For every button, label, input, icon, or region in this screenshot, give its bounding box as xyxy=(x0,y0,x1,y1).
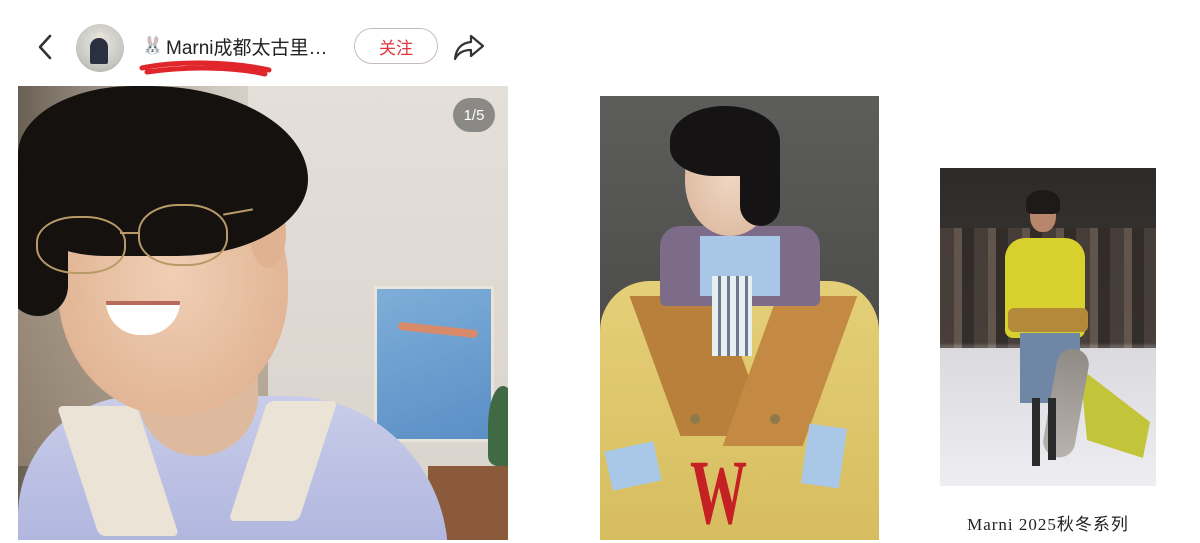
runway-caption: Marni 2025秋冬系列 xyxy=(967,515,1129,534)
share-arrow-icon xyxy=(453,34,485,61)
back-button[interactable] xyxy=(30,30,60,64)
account-name[interactable]: Marni成都太古里… xyxy=(166,33,328,60)
rabbit-emoji-icon: 🐰 xyxy=(142,36,164,55)
avatar[interactable] xyxy=(76,24,124,72)
follow-button[interactable]: 关注 xyxy=(354,28,438,64)
magazine-logo: W xyxy=(690,441,748,543)
post-photo-main[interactable] xyxy=(18,86,508,540)
runway-photo xyxy=(940,168,1156,486)
share-button[interactable] xyxy=(452,30,486,64)
red-underline-annotation xyxy=(139,60,272,77)
back-chevron-icon xyxy=(38,34,52,60)
image-counter-badge: 1/5 xyxy=(453,98,495,132)
